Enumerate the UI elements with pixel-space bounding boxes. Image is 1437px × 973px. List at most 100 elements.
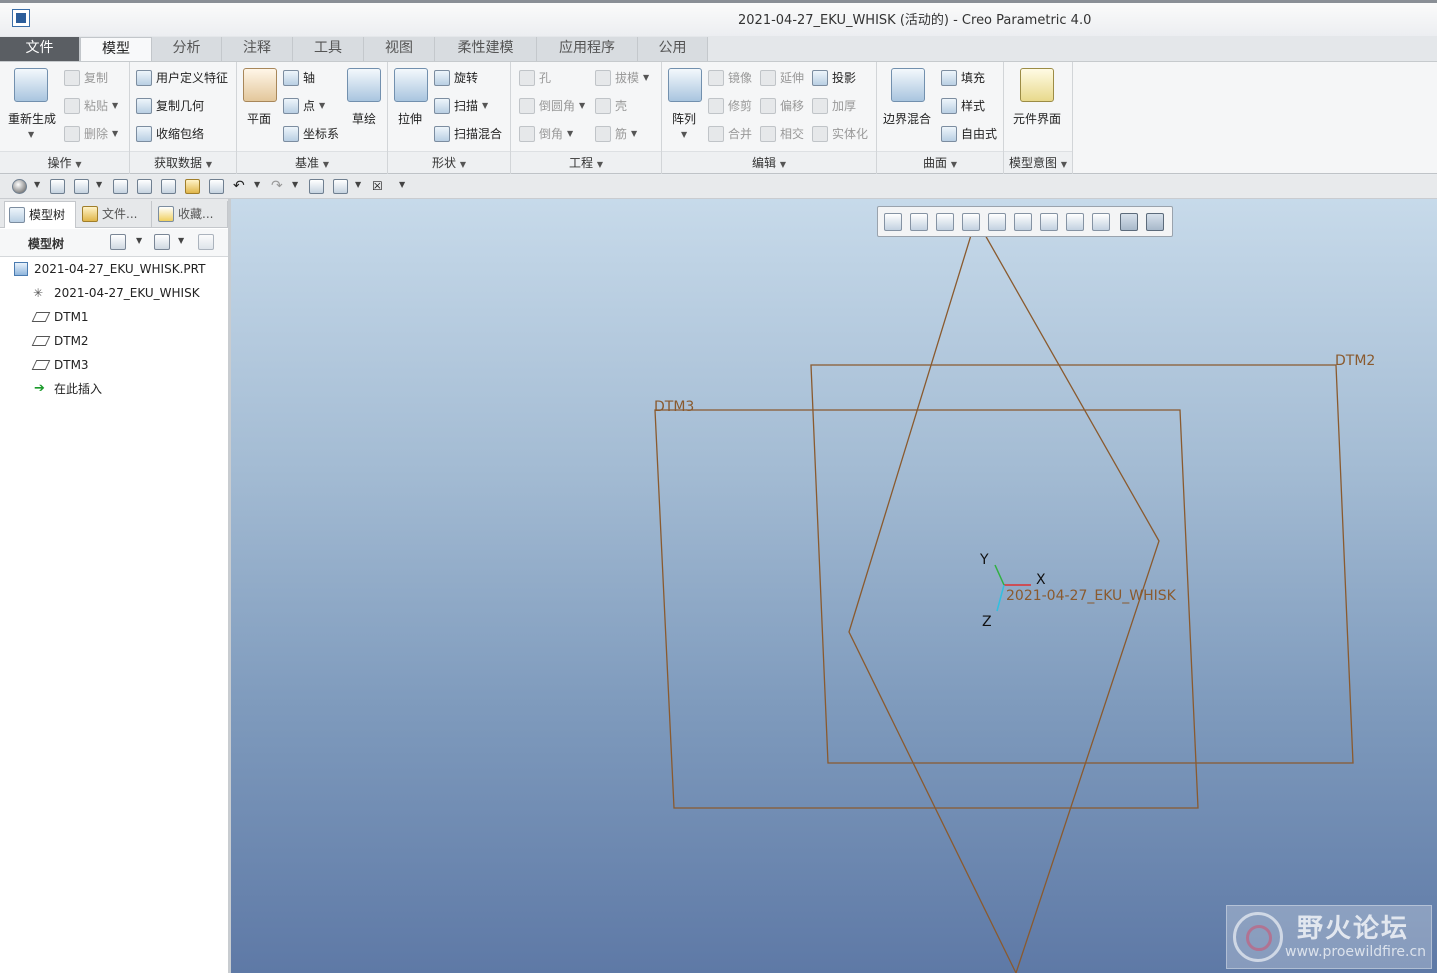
chamfer-button[interactable]: 倒角 ▼ — [519, 125, 573, 142]
measure-icon[interactable] — [74, 179, 89, 194]
appearance-icon[interactable] — [12, 179, 27, 194]
tab-tools[interactable]: 工具 — [293, 37, 364, 61]
redo-dropdown-icon[interactable]: ▼ — [292, 180, 298, 189]
new-window-icon[interactable] — [113, 179, 128, 194]
tab-model-tree[interactable]: 模型树 — [4, 201, 76, 228]
redo-icon[interactable]: ↷ — [271, 179, 286, 194]
datum-plane-dtm2[interactable] — [810, 364, 1354, 764]
datum-plane-icon[interactable] — [243, 68, 277, 102]
tab-model[interactable]: 模型 — [80, 37, 152, 61]
extend-button[interactable]: 延伸 — [760, 69, 804, 86]
zoom-out-icon[interactable] — [936, 213, 954, 231]
customize-qat-icon[interactable]: ▼ — [399, 180, 405, 189]
boundary-blend-button[interactable]: 边界混合 — [883, 110, 931, 127]
save-icon[interactable] — [209, 179, 224, 194]
udf-button[interactable]: 用户定义特征 — [136, 69, 228, 86]
csys-button[interactable]: 坐标系 — [283, 125, 339, 142]
sweep-button[interactable]: 扫描 ▼ — [434, 97, 488, 114]
new-file-icon[interactable] — [161, 179, 176, 194]
shell-button[interactable]: 壳 — [595, 97, 627, 114]
tree-item-part[interactable]: 2021-04-27_EKU_WHISK.PRT — [0, 258, 228, 280]
show-list-icon[interactable] — [154, 234, 170, 250]
appearance-dropdown-icon[interactable]: ▼ — [34, 180, 40, 189]
display-style-icon[interactable] — [50, 179, 65, 194]
tree-item-dtm1[interactable]: DTM1 — [0, 306, 228, 328]
tree-item-dtm2[interactable]: DTM2 — [0, 330, 228, 352]
tab-analysis[interactable]: 分析 — [152, 37, 222, 61]
annotation-display-icon[interactable] — [1120, 213, 1138, 231]
group-label-surfaces[interactable]: 曲面 ▼ — [877, 151, 1003, 173]
saved-orientations-icon[interactable] — [1014, 213, 1032, 231]
datum-display-filters-icon[interactable] — [1092, 213, 1110, 231]
view-manager-icon[interactable] — [1040, 213, 1058, 231]
project-button[interactable]: 投影 — [812, 69, 856, 86]
measure-dropdown-icon[interactable]: ▼ — [96, 180, 102, 189]
point-button[interactable]: 点 ▼ — [283, 97, 325, 114]
datum-label-dtm3[interactable]: DTM3 — [654, 399, 694, 415]
revolve-button[interactable]: 旋转 — [434, 69, 478, 86]
undo-dropdown-icon[interactable]: ▼ — [254, 180, 260, 189]
perspective-view-icon[interactable] — [1066, 213, 1084, 231]
style-button[interactable]: 样式 — [941, 97, 985, 114]
tab-file[interactable]: 文件 — [0, 37, 80, 61]
close-window-icon[interactable]: ☒ — [372, 179, 387, 194]
tree-item-dtm3[interactable]: DTM3 — [0, 354, 228, 376]
window-select-icon[interactable] — [333, 179, 348, 194]
shrinkwrap-button[interactable]: 收缩包络 — [136, 125, 204, 142]
display-style-icon[interactable] — [988, 213, 1006, 231]
extrude-button[interactable]: 拉伸 — [398, 110, 422, 127]
repaint-icon[interactable] — [962, 213, 980, 231]
datum-plane-dtm3[interactable] — [654, 409, 1199, 809]
round-button[interactable]: 倒圆角 ▼ — [519, 97, 585, 114]
intersect-button[interactable]: 相交 — [760, 125, 804, 142]
tab-annotate[interactable]: 注释 — [222, 37, 293, 61]
show-dropdown-icon[interactable]: ▼ — [178, 236, 184, 245]
delete-button[interactable]: 删除 ▼ — [64, 125, 118, 142]
fill-button[interactable]: 填充 — [941, 69, 985, 86]
sketch-icon[interactable] — [347, 68, 381, 102]
copy-button[interactable]: 复制 — [64, 69, 108, 86]
group-label-engineering[interactable]: 工程 ▼ — [511, 151, 661, 173]
group-label-operations[interactable]: 操作 ▼ — [0, 151, 129, 173]
csys-label[interactable]: 2021-04-27_EKU_WHISK — [1006, 588, 1177, 604]
group-label-editing[interactable]: 编辑 ▼ — [662, 151, 876, 173]
datum-label-dtm2[interactable]: DTM2 — [1335, 353, 1375, 369]
group-label-get-data[interactable]: 获取数据 ▼ — [130, 151, 236, 173]
tree-item-insert-here[interactable]: ➔ 在此插入 — [0, 378, 228, 400]
swept-blend-button[interactable]: 扫描混合 — [434, 125, 502, 142]
component-interface-button[interactable]: 元件界面 — [1013, 110, 1061, 127]
regenerate-dropdown-icon[interactable]: ▼ — [28, 130, 34, 139]
thicken-button[interactable]: 加厚 — [812, 97, 856, 114]
window-select-dropdown-icon[interactable]: ▼ — [355, 180, 361, 189]
spin-center-icon[interactable] — [1146, 213, 1164, 231]
component-interface-icon[interactable] — [1020, 68, 1054, 102]
tab-applications[interactable]: 应用程序 — [537, 37, 638, 61]
solidify-button[interactable]: 实体化 — [812, 125, 868, 142]
tab-folder-browser[interactable]: 文件... — [78, 201, 152, 228]
zoom-in-icon[interactable] — [910, 213, 928, 231]
rib-button[interactable]: 筋 ▼ — [595, 125, 637, 142]
trim-button[interactable]: 修剪 — [708, 97, 752, 114]
freestyle-button[interactable]: 自由式 — [941, 125, 997, 142]
graphics-window[interactable]: DTM2 DTM3 X Y Z 2021-04-27_EKU_WHISK 野火论… — [231, 199, 1437, 973]
settings-tools-icon[interactable] — [110, 234, 126, 250]
open-file-icon[interactable] — [185, 179, 200, 194]
undo-icon[interactable]: ↶ — [233, 179, 248, 194]
app-icon[interactable] — [12, 9, 30, 27]
merge-button[interactable]: 合并 — [708, 125, 752, 142]
mirror-button[interactable]: 镜像 — [708, 69, 752, 86]
draft-button[interactable]: 拔模 ▼ — [595, 69, 649, 86]
filter-icon[interactable] — [198, 234, 214, 250]
plane-button[interactable]: 平面 — [247, 110, 271, 127]
boundary-blend-icon[interactable] — [891, 68, 925, 102]
group-label-model-intent[interactable]: 模型意图 ▼ — [1004, 151, 1072, 173]
offset-button[interactable]: 偏移 — [760, 97, 804, 114]
extrude-icon[interactable] — [394, 68, 428, 102]
coordinate-system-glyph[interactable]: X Y Z 2021-04-27_EKU_WHISK — [979, 552, 1177, 630]
group-label-datum[interactable]: 基准 ▼ — [237, 151, 387, 173]
axis-button[interactable]: 轴 — [283, 69, 315, 86]
paste-button[interactable]: 粘贴 ▼ — [64, 97, 118, 114]
pattern-icon[interactable] — [668, 68, 702, 102]
tab-utilities[interactable]: 公用 — [638, 37, 708, 61]
windows-icon[interactable] — [137, 179, 152, 194]
